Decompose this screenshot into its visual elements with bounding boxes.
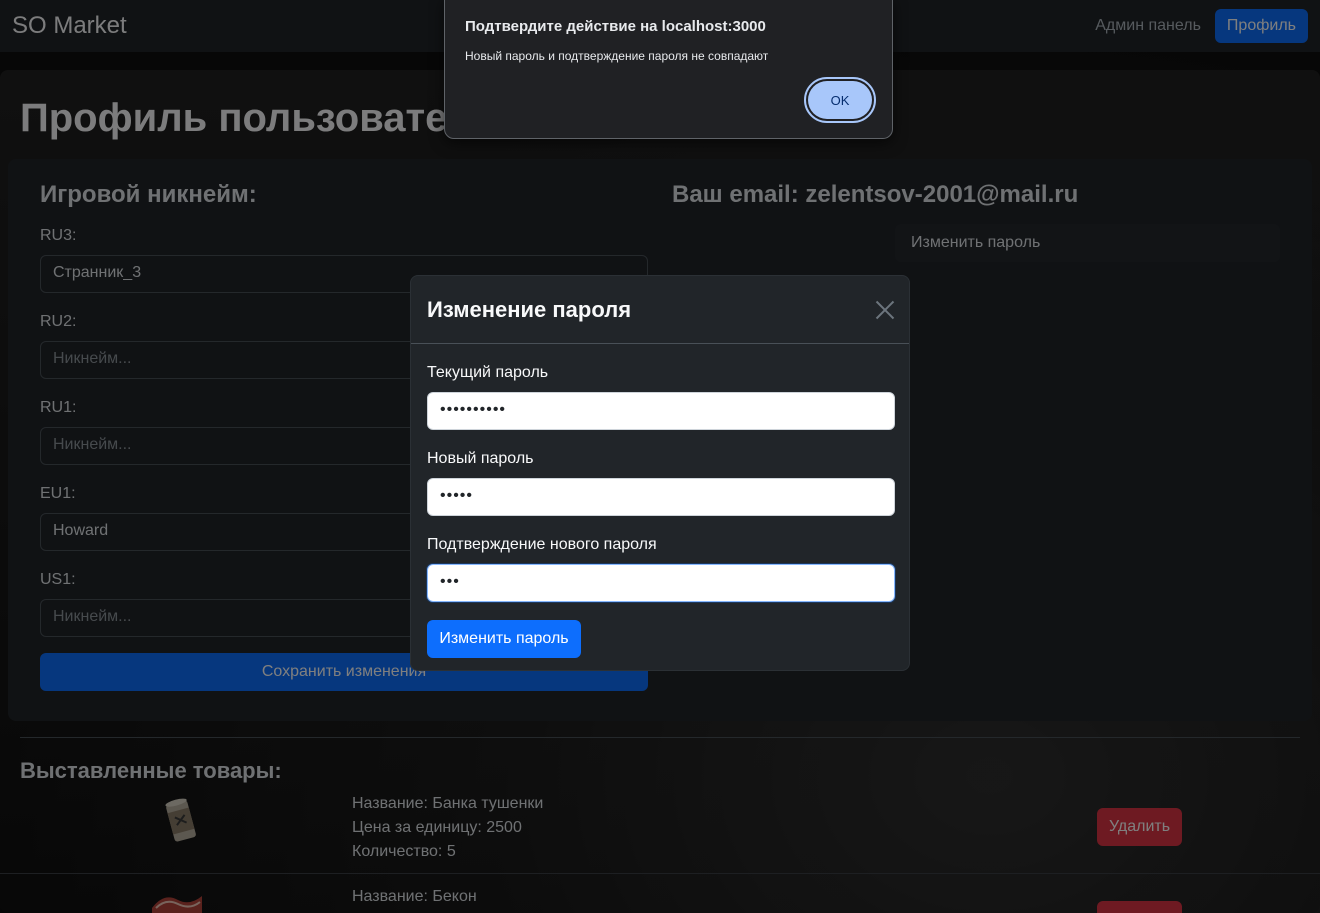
modal-title: Изменение пароля (427, 296, 632, 322)
modal-header: Изменение пароля (411, 276, 909, 344)
change-password-modal: Изменение пароля Текущий пароль ••••••••… (410, 275, 910, 671)
confirm-password-input[interactable]: ••• (427, 564, 895, 602)
dialog-message: Новый пароль и подтверждение пароля не с… (465, 49, 769, 63)
close-icon[interactable] (875, 300, 895, 320)
current-password-label: Текущий пароль (427, 364, 549, 381)
dialog-title: Подтвердите действие на localhost:3000 (465, 18, 766, 35)
current-password-input[interactable]: •••••••••• (427, 392, 895, 430)
new-password-label: Новый пароль (427, 450, 534, 467)
new-password-input[interactable]: ••••• (427, 478, 895, 516)
change-password-submit-button[interactable]: Изменить пароль (427, 620, 581, 658)
browser-confirm-dialog: Подтвердите действие на localhost:3000 Н… (444, 0, 893, 139)
ok-button[interactable]: OK (804, 77, 876, 123)
confirm-password-label: Подтверждение нового пароля (427, 536, 657, 553)
